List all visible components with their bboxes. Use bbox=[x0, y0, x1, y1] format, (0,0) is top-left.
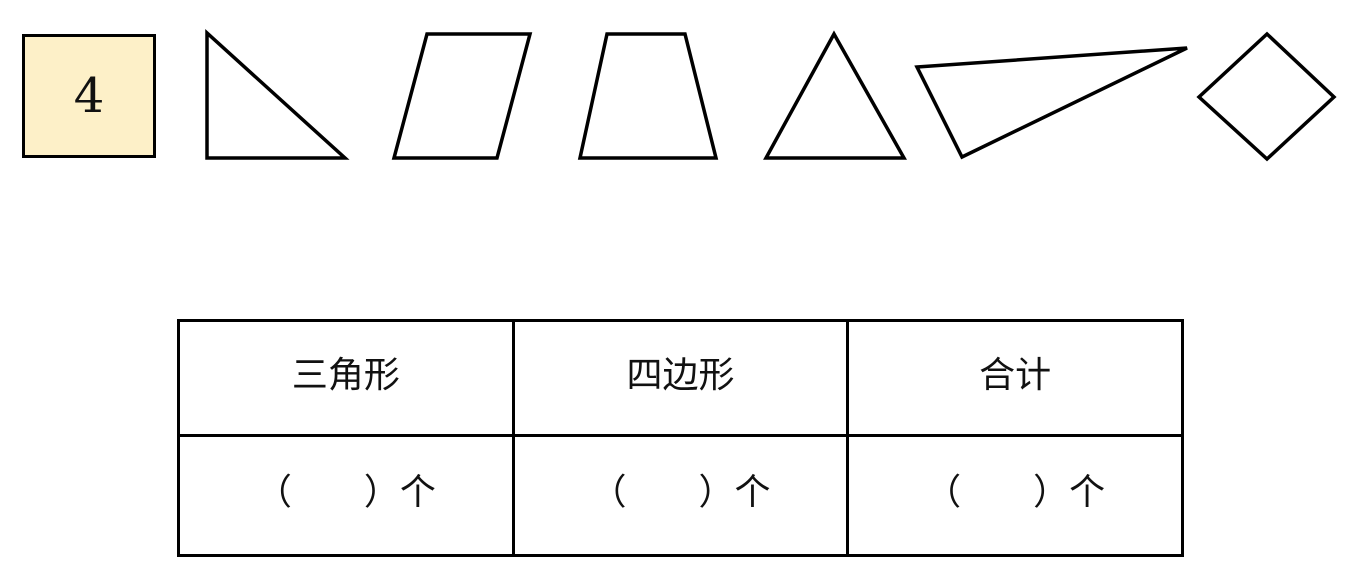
obtuse-triangle-shape bbox=[914, 46, 1188, 160]
shapes-row bbox=[205, 29, 1337, 162]
header-triangle: 三角形 bbox=[177, 319, 515, 437]
trapezoid-shape bbox=[577, 32, 719, 160]
problem-number: 4 bbox=[73, 68, 105, 124]
parallelogram-shape bbox=[391, 32, 533, 160]
rhombus-shape bbox=[1196, 31, 1337, 162]
table-header-row: 三角形 四边形 合计 bbox=[177, 319, 1184, 437]
problem-number-badge: 4 bbox=[22, 34, 156, 158]
answer-triangle-count[interactable]: （ ）个 bbox=[177, 434, 515, 557]
answer-total-count[interactable]: （ ）个 bbox=[846, 434, 1184, 557]
table-answer-row: （ ）个 （ ）个 （ ）个 bbox=[177, 434, 1184, 557]
isosceles-triangle-shape bbox=[763, 30, 907, 160]
right-triangle-shape bbox=[205, 29, 350, 160]
shape-count-table: 三角形 四边形 合计 （ ）个 （ ）个 （ ）个 bbox=[177, 319, 1184, 557]
answer-quadrilateral-count[interactable]: （ ）个 bbox=[511, 434, 850, 557]
header-total: 合计 bbox=[846, 319, 1184, 437]
header-quadrilateral: 四边形 bbox=[511, 319, 850, 437]
